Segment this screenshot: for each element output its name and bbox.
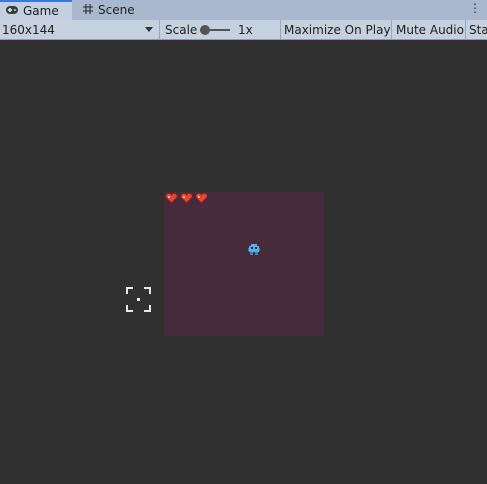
resolution-value: 160x144	[2, 22, 55, 37]
heart-icon	[195, 193, 208, 204]
tab-menu-icon[interactable]: ⋮	[469, 1, 481, 15]
maximize-on-play-label: Maximize On Play	[284, 22, 391, 37]
tab-scene[interactable]: Scene	[78, 0, 148, 20]
heart-icon	[180, 193, 193, 204]
player-sprite-icon	[248, 240, 260, 259]
mute-audio-toggle[interactable]: Mute Audio	[392, 20, 466, 39]
scale-control: Scale 1x	[160, 20, 281, 39]
health-hearts	[165, 193, 208, 204]
stats-label: Stats	[469, 22, 487, 37]
resolution-dropdown[interactable]: 160x144	[0, 20, 160, 39]
window-tab-bar: Game Scene ⋮	[0, 0, 487, 20]
stats-toggle[interactable]: Stats	[466, 20, 487, 39]
gamepad-icon	[5, 4, 19, 18]
maximize-on-play-toggle[interactable]: Maximize On Play	[281, 20, 392, 39]
game-render-area[interactable]	[164, 192, 324, 336]
heart-icon	[165, 193, 178, 204]
scale-value: 1x	[238, 22, 253, 37]
grid-hash-icon	[82, 3, 94, 18]
scale-label: Scale	[165, 22, 198, 37]
tab-game-label: Game	[23, 4, 59, 18]
mute-audio-label: Mute Audio	[396, 22, 464, 37]
tab-scene-label: Scene	[98, 3, 135, 17]
scale-slider-handle[interactable]	[200, 25, 210, 35]
tab-game[interactable]: Game	[0, 0, 72, 20]
viewport-frame-icon[interactable]	[126, 287, 151, 316]
chevron-down-icon	[145, 27, 153, 32]
game-view-toolbar: 160x144 Scale 1x Maximize On Play Mute A…	[0, 20, 487, 40]
